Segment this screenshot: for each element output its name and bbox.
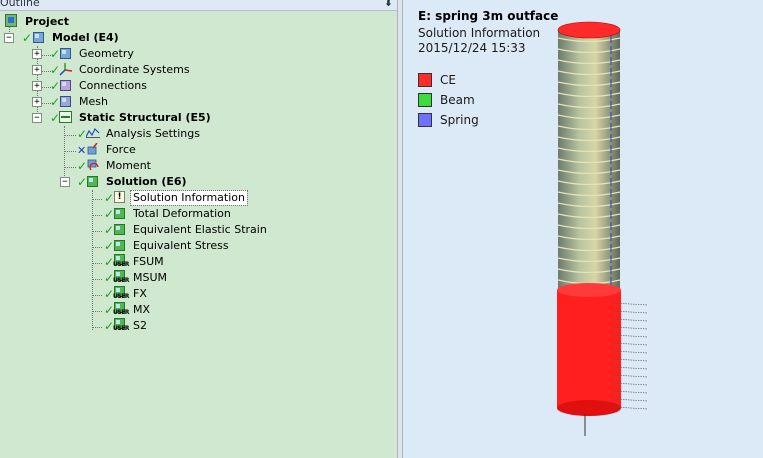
tree-item-model[interactable]: − ✓ Model (E4) — [0, 30, 200, 46]
check-icon: ✓ — [22, 31, 33, 45]
project-icon — [5, 14, 19, 28]
tree-item-user-result[interactable]: ✓ USER MX — [0, 302, 220, 318]
collapse-icon[interactable]: − — [60, 177, 70, 187]
tree-label-project: Project — [25, 15, 70, 28]
tree-label-mesh: Mesh — [79, 95, 108, 108]
expand-icon[interactable]: + — [32, 65, 42, 75]
legend-swatch — [418, 113, 432, 127]
tree-item-total-deformation[interactable]: ✓ Total Deformation — [0, 206, 260, 222]
tree-label-analysis-settings: Analysis Settings — [106, 127, 200, 140]
legend-swatch — [418, 93, 432, 107]
tree-item-force[interactable]: ✕ Force — [0, 142, 240, 158]
tree-item-project[interactable]: Project — [0, 14, 200, 30]
tree-item-analysis-settings[interactable]: ✓ Analysis Settings — [0, 126, 240, 142]
user-result-icon: USER — [113, 286, 129, 300]
outline-pane: Outline ⬇ Project − ✓ Model (E4) + ✓ Geo… — [0, 0, 397, 458]
user-result-icon: USER — [113, 318, 129, 332]
tree-label-static-structural: Static Structural (E5) — [79, 111, 211, 124]
tree-item-user-result[interactable]: ✓ USER FX — [0, 286, 220, 302]
tree-label-solution-information: Solution Information — [130, 190, 248, 206]
graphics-viewport[interactable]: E: spring 3m outface Solution Informatio… — [403, 0, 763, 458]
viewport-subtitle: Solution Information — [418, 26, 541, 40]
solution-icon — [86, 174, 100, 188]
tree-label-connections: Connections — [79, 79, 147, 92]
tree-item-solution[interactable]: − ✓ Solution (E6) — [0, 174, 240, 190]
tree-label-user-result: FX — [133, 287, 147, 300]
tree-item-user-result[interactable]: ✓ USER FSUM — [0, 254, 220, 270]
result-icon — [113, 206, 127, 220]
legend-swatch — [418, 73, 432, 87]
tree-item-static-structural[interactable]: − ✓ Static Structural (E5) — [0, 110, 240, 126]
expand-icon[interactable]: + — [32, 97, 42, 107]
tree-item-equivalent-elastic-strain[interactable]: ✓ Equivalent Elastic Strain — [0, 222, 280, 238]
user-result-icon: USER — [113, 270, 129, 284]
tree-label-user-result: FSUM — [133, 255, 164, 268]
geometry-icon — [59, 46, 73, 60]
result-icon — [113, 238, 127, 252]
result-icon — [113, 222, 127, 236]
expand-icon[interactable]: + — [32, 81, 42, 91]
tree-item-user-result[interactable]: ✓ USER S2 — [0, 318, 220, 334]
outline-title: Outline — [0, 0, 40, 9]
outline-tree: Project − ✓ Model (E4) + ✓ Geometry + ✓ … — [0, 10, 397, 458]
tree-label-force: Force — [106, 143, 136, 156]
top-cap — [557, 21, 621, 39]
tree-item-mesh[interactable]: + ✓ Mesh — [0, 94, 220, 110]
tree-label-model: Model (E4) — [52, 31, 119, 44]
tree-label-equivalent-elastic-strain: Equivalent Elastic Strain — [133, 223, 267, 236]
legend-label: Beam — [440, 93, 475, 107]
collapse-icon[interactable]: − — [4, 33, 14, 43]
user-result-icon: USER — [113, 302, 129, 316]
tree-label-user-result: MX — [133, 303, 151, 316]
tree-label-total-deformation: Total Deformation — [133, 207, 231, 220]
tree-item-equivalent-stress[interactable]: ✓ Equivalent Stress — [0, 238, 260, 254]
tree-item-coordinate-systems[interactable]: + ✓ Coordinate Systems — [0, 62, 220, 78]
model-icon — [32, 30, 46, 44]
force-icon — [86, 142, 100, 156]
ce-section — [557, 290, 621, 408]
tree-label-user-result: MSUM — [133, 271, 168, 284]
tree-item-moment[interactable]: ✓ Moment — [0, 158, 240, 174]
tree-label-solution: Solution (E6) — [106, 175, 187, 188]
legend-label: Spring — [440, 113, 479, 127]
pin-icon[interactable]: ⬇ — [384, 0, 393, 9]
tree-item-solution-information[interactable]: ✓ ! Solution Information — [0, 190, 260, 206]
tree-item-geometry[interactable]: + ✓ Geometry — [0, 46, 220, 62]
model-render[interactable] — [543, 8, 663, 448]
tree-label-equivalent-stress: Equivalent Stress — [133, 239, 229, 252]
legend-label: CE — [440, 73, 456, 87]
mesh-icon — [59, 94, 73, 108]
tree-item-user-result[interactable]: ✓ USER MSUM — [0, 270, 220, 286]
connections-icon — [59, 78, 73, 92]
analysis-settings-icon — [86, 126, 100, 140]
tree-label-moment: Moment — [106, 159, 151, 172]
coordinate-system-icon — [59, 62, 73, 76]
tree-item-connections[interactable]: + ✓ Connections — [0, 78, 220, 94]
ce-top — [557, 283, 621, 297]
static-structural-icon — [59, 110, 73, 124]
tree-label-user-result: S2 — [133, 319, 147, 332]
info-warning-icon: ! — [113, 190, 127, 204]
tree-label-coordinate-systems: Coordinate Systems — [79, 63, 190, 76]
ce-bottom — [557, 400, 621, 416]
moment-icon — [86, 158, 100, 172]
expand-icon[interactable]: + — [32, 49, 42, 59]
tree-label-geometry: Geometry — [79, 47, 134, 60]
collapse-icon[interactable]: − — [32, 113, 42, 123]
viewport-timestamp: 2015/12/24 15:33 — [418, 41, 526, 55]
viewport-title: E: spring 3m outface — [418, 9, 559, 23]
user-result-icon: USER — [113, 254, 129, 268]
